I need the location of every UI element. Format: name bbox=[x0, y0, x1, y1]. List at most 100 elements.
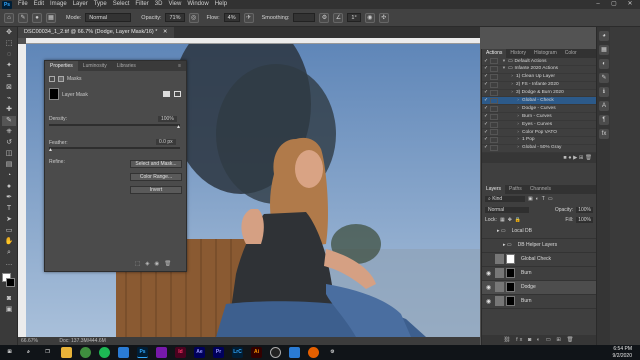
new-layer-icon[interactable]: ⊞ bbox=[556, 337, 563, 343]
search-icon[interactable]: ⌕ bbox=[23, 347, 34, 358]
home-icon[interactable]: ⌂ bbox=[4, 12, 14, 23]
expand-icon[interactable]: › bbox=[514, 144, 522, 152]
toggle-mask-visibility-icon[interactable]: ◉ bbox=[154, 261, 159, 269]
expand-icon[interactable]: ▾ bbox=[500, 65, 508, 73]
layer-mask-thumbnail[interactable] bbox=[506, 282, 515, 293]
action-toggle-icon[interactable]: ✓ bbox=[482, 73, 490, 81]
background-color-swatch[interactable] bbox=[6, 278, 15, 287]
taskbar-illustrator[interactable]: Ai bbox=[251, 347, 262, 358]
feather-value[interactable]: 0.0 px bbox=[156, 139, 176, 145]
angle-icon[interactable]: ∠ bbox=[333, 12, 344, 23]
feather-slider[interactable] bbox=[49, 147, 180, 149]
density-value[interactable]: 100% bbox=[158, 116, 177, 122]
action-toggle-icon[interactable]: ✓ bbox=[482, 58, 490, 66]
dialog-toggle-icon[interactable] bbox=[490, 90, 498, 96]
group-folder-icon[interactable]: ▸ ▭ bbox=[503, 242, 512, 248]
blur-tool-icon[interactable]: ◔ bbox=[2, 171, 16, 181]
dialog-toggle-icon[interactable] bbox=[490, 66, 498, 73]
brush-preset-icon[interactable]: ● bbox=[32, 12, 42, 23]
menu-image[interactable]: Image bbox=[47, 0, 70, 9]
tab-properties[interactable]: Properties bbox=[45, 61, 78, 71]
dodge-tool-icon[interactable]: ● bbox=[2, 182, 16, 192]
layer-row[interactable]: ◉ Dodge bbox=[482, 280, 596, 295]
dialog-toggle-icon[interactable] bbox=[490, 82, 498, 89]
task-view-icon[interactable]: ❐ bbox=[42, 347, 53, 358]
layer-row[interactable]: ◉ Burn bbox=[482, 295, 596, 309]
start-button-icon[interactable]: ⊞ bbox=[4, 347, 15, 358]
action-row[interactable]: ✓ › Global - 50% Gray bbox=[482, 145, 596, 153]
zoom-level[interactable]: 66.67% bbox=[21, 338, 38, 344]
angle-field[interactable]: 1° bbox=[347, 13, 361, 22]
hand-tool-icon[interactable]: ✋ bbox=[2, 237, 16, 247]
filter-adjustment-icon[interactable]: ◐ bbox=[536, 196, 539, 202]
color-panel-icon[interactable]: ◕ bbox=[599, 31, 609, 41]
density-slider-thumb[interactable]: ▲ bbox=[176, 124, 181, 130]
layer-row[interactable]: ▸ ▭ Local DB bbox=[482, 225, 596, 239]
expand-icon[interactable]: › bbox=[508, 89, 516, 97]
visibility-eye-icon[interactable]: ◉ bbox=[484, 284, 493, 291]
menu-select[interactable]: Select bbox=[110, 0, 133, 9]
expand-icon[interactable]: › bbox=[514, 121, 522, 129]
taskbar-indesign[interactable]: Id bbox=[175, 347, 186, 358]
group-folder-icon[interactable]: ▸ ▭ bbox=[497, 228, 506, 234]
styles-panel-icon[interactable]: fx bbox=[599, 129, 609, 139]
expand-icon[interactable]: › bbox=[514, 129, 522, 137]
type-tool-icon[interactable]: T bbox=[2, 204, 16, 214]
visibility-eye-icon[interactable]: ◉ bbox=[484, 270, 493, 277]
dialog-toggle-icon[interactable] bbox=[490, 137, 498, 144]
flow-field[interactable]: 4% bbox=[223, 13, 240, 22]
select-and-mask-button[interactable]: Select and Mask... bbox=[130, 160, 182, 168]
dialog-toggle-icon[interactable] bbox=[490, 105, 498, 112]
airbrush-icon[interactable]: ✈ bbox=[243, 12, 254, 23]
action-toggle-icon[interactable]: ✓ bbox=[482, 105, 490, 113]
lock-pixels-icon[interactable]: ▦ bbox=[500, 217, 505, 223]
pen-tool-icon[interactable]: ✒ bbox=[2, 193, 16, 203]
select-vector-mask-icon[interactable] bbox=[174, 91, 181, 97]
document-tab[interactable]: DSC00034_1_2.tif @ 66.7% (Dodge, Layer M… bbox=[18, 27, 174, 38]
delete-layer-icon[interactable]: 🗑 bbox=[566, 337, 575, 343]
layer-opacity-field[interactable]: 100% bbox=[576, 206, 593, 213]
add-mask-icon[interactable]: ◙ bbox=[528, 337, 533, 343]
character-panel-icon[interactable]: A bbox=[599, 101, 609, 111]
rectangle-tool-icon[interactable]: ▭ bbox=[2, 226, 16, 236]
layer-mask-thumbnail[interactable] bbox=[506, 268, 515, 279]
system-clock[interactable]: 6:54 PM 9/2/2020 bbox=[613, 346, 632, 359]
tab-color[interactable]: Color bbox=[561, 49, 581, 58]
blend-mode-select[interactable]: Normal bbox=[485, 206, 529, 213]
new-group-icon[interactable]: ▭ bbox=[546, 337, 553, 343]
menu-layer[interactable]: Layer bbox=[70, 0, 91, 9]
tab-luminosity[interactable]: Luminosity bbox=[78, 61, 112, 71]
taskbar-onenote-icon[interactable] bbox=[156, 347, 167, 358]
crop-tool-icon[interactable]: ⌗ bbox=[2, 72, 16, 82]
select-mask-icon[interactable] bbox=[163, 91, 170, 97]
play-icon[interactable]: ▶ bbox=[573, 155, 577, 161]
explorer-icon[interactable] bbox=[61, 347, 72, 358]
marquee-tool-icon[interactable]: ⬚ bbox=[2, 39, 16, 49]
dialog-toggle-icon[interactable] bbox=[490, 145, 498, 152]
dialog-toggle-icon[interactable] bbox=[490, 113, 498, 120]
adjustments-panel-icon[interactable]: ◐ bbox=[599, 59, 609, 69]
lock-position-icon[interactable]: ✥ bbox=[508, 217, 512, 223]
paragraph-panel-icon[interactable]: ¶ bbox=[599, 115, 609, 125]
kind-filter[interactable]: ⌕ Kind bbox=[485, 196, 525, 203]
swatches-panel-icon[interactable]: ▦ bbox=[599, 45, 609, 55]
visibility-eye-icon[interactable]: ◉ bbox=[484, 298, 493, 305]
obs-icon[interactable] bbox=[270, 347, 281, 358]
tab-libraries[interactable]: Libraries bbox=[112, 61, 141, 71]
layer-mask-thumbnail[interactable] bbox=[506, 296, 515, 307]
dialog-toggle-icon[interactable] bbox=[490, 129, 498, 136]
layer-thumbnail[interactable] bbox=[495, 268, 504, 279]
action-toggle-icon[interactable]: ✓ bbox=[482, 113, 490, 121]
healing-brush-tool-icon[interactable]: ✚ bbox=[2, 105, 16, 115]
layer-row[interactable]: ◉ Burn bbox=[482, 267, 596, 281]
chrome-icon[interactable] bbox=[80, 347, 91, 358]
record-icon[interactable]: ● bbox=[568, 155, 571, 161]
menu-window[interactable]: Window bbox=[184, 0, 211, 9]
brush-tool-icon[interactable]: ✎ bbox=[2, 116, 16, 126]
fx-icon[interactable]: fx bbox=[516, 337, 524, 343]
new-action-icon[interactable]: ⊞ bbox=[579, 155, 584, 161]
action-toggle-icon[interactable]: ✓ bbox=[482, 97, 490, 105]
menu-file[interactable]: File bbox=[15, 0, 31, 9]
fill-field[interactable]: 100% bbox=[576, 216, 593, 223]
expand-icon[interactable]: › bbox=[514, 105, 522, 113]
